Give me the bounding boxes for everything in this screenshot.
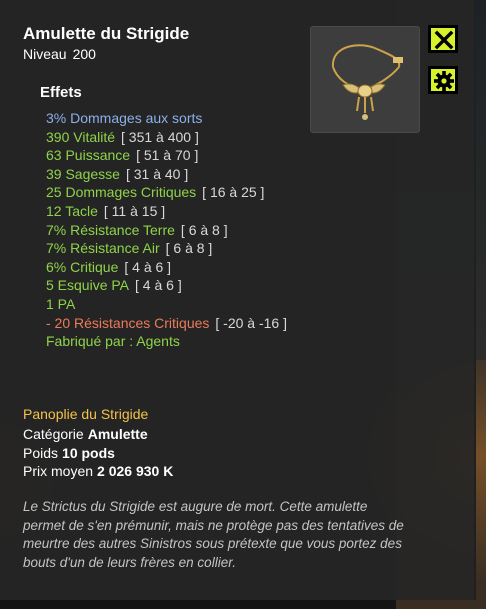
effect-range: [ 31 à 40 ] xyxy=(125,165,189,182)
effect-range: [ 4 à 6 ] xyxy=(124,258,172,275)
effects-list: 3% Dommages aux sorts 390 Vitalité[ 351 … xyxy=(46,109,296,351)
effect-range: [ 11 à 15 ] xyxy=(103,202,166,219)
effects-heading: Effets xyxy=(40,84,82,101)
gear-icon xyxy=(434,71,454,91)
crafted-by: Fabriqué par : Agents xyxy=(46,333,180,350)
effect-range: [ 16 à 25 ] xyxy=(202,184,265,201)
effect-line: 39 Sagesse[ 31 à 40 ] xyxy=(46,165,189,182)
effect-line: 1 PA xyxy=(46,295,76,312)
effect-line: 3% Dommages aux sorts xyxy=(46,110,203,126)
item-description: Le Strictus du Strigide est augure de mo… xyxy=(23,499,404,570)
category-row: Catégorie Amulette xyxy=(23,426,148,442)
settings-button[interactable] xyxy=(428,66,458,94)
effect-range: [ -20 à -16 ] xyxy=(215,314,287,331)
set-link[interactable]: Panoplie du Strigide xyxy=(23,406,148,422)
effect-line: 63 Puissance[ 51 à 70 ] xyxy=(46,147,199,164)
amulet-icon xyxy=(331,44,403,120)
item-name: Amulette du Strigide xyxy=(23,24,190,43)
effect-line: - 20 Résistances Critiques[ -20 à -16 ] xyxy=(46,314,287,331)
level-label: Niveau xyxy=(23,46,67,62)
effect-line: 25 Dommages Critiques[ 16 à 25 ] xyxy=(46,184,265,201)
item-level: Niveau 200 xyxy=(23,46,96,62)
effect-range: [ 51 à 70 ] xyxy=(136,147,199,164)
effect-line: 390 Vitalité[ 351 à 400 ] xyxy=(46,128,199,145)
effect-range: [ 351 à 400 ] xyxy=(121,128,199,145)
effect-line: 7% Résistance Air[ 6 à 8 ] xyxy=(46,240,213,257)
item-tooltip: Amulette du Strigide Niveau 200 Effets 3… xyxy=(0,0,476,600)
effect-line: 6% Critique[ 4 à 6 ] xyxy=(46,258,172,275)
level-value: 200 xyxy=(72,46,96,62)
effect-line: 7% Résistance Terre[ 6 à 8 ] xyxy=(46,221,228,238)
effect-range: [ 6 à 8 ] xyxy=(165,240,213,257)
effect-line: 5 Esquive PA[ 4 à 6 ] xyxy=(46,277,182,294)
effect-range: [ 6 à 8 ] xyxy=(180,221,228,238)
close-button[interactable] xyxy=(428,25,458,53)
weight-row: Poids 10 pods xyxy=(23,444,115,461)
item-image xyxy=(310,26,420,133)
effect-line: 12 Tacle[ 11 à 15 ] xyxy=(46,202,166,219)
item-info: Catégorie Amulette Poids 10 pods Prix moye… xyxy=(23,425,173,481)
close-icon xyxy=(434,30,454,50)
effect-range: [ 4 à 6 ] xyxy=(135,277,182,294)
price-row: Prix moyen 2 026 930 K xyxy=(23,463,174,479)
